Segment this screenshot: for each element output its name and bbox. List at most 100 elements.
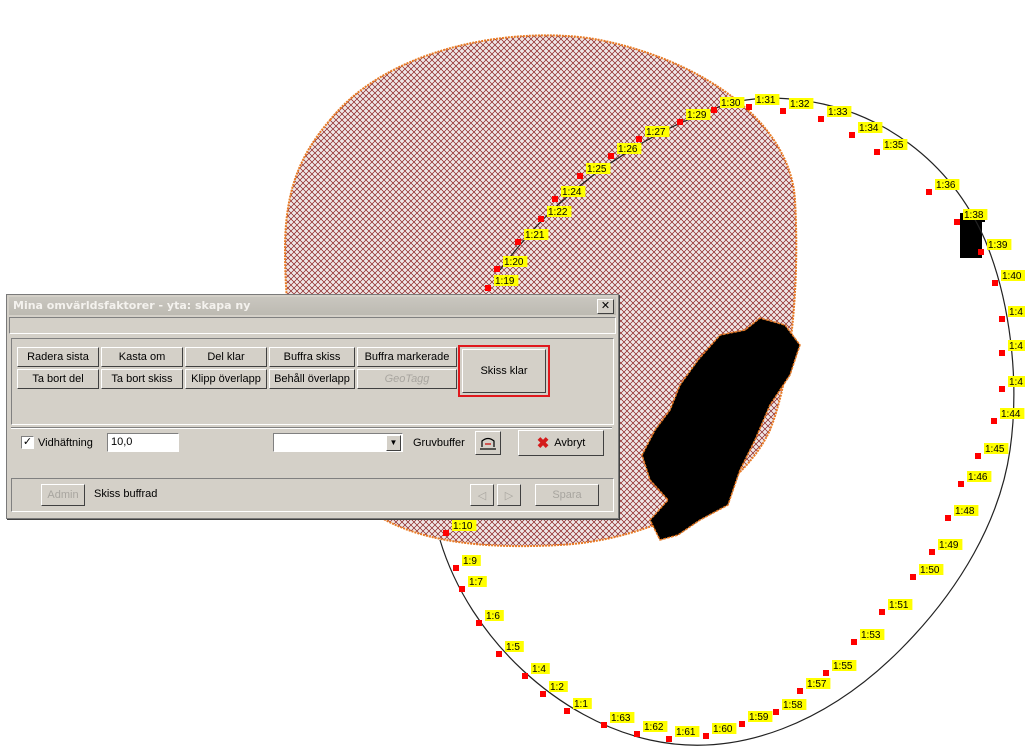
point-label: 1:2 — [550, 682, 564, 693]
point-label: 1:4 — [1009, 377, 1023, 388]
route-point — [459, 586, 465, 592]
point-label: 1:20 — [504, 257, 524, 268]
point-label: 1:55 — [833, 661, 853, 672]
point-label: 1:21 — [525, 230, 545, 241]
point-label: 1:4 — [1009, 307, 1023, 318]
route-point — [636, 136, 642, 142]
route-point — [797, 688, 803, 694]
point-label: 1:40 — [1002, 271, 1022, 282]
close-button[interactable]: ✕ — [597, 299, 614, 314]
point-label: 1:29 — [687, 110, 707, 121]
point-label: 1:36 — [936, 180, 956, 191]
route-point — [746, 104, 752, 110]
snap-tolerance-input[interactable]: 10,0 — [107, 433, 179, 452]
route-point — [522, 673, 528, 679]
point-label: 1:7 — [469, 577, 483, 588]
dialog-title: Mina omvärldsfaktorer - yta: skapa ny — [13, 299, 251, 312]
point-label: 1:39 — [988, 240, 1008, 251]
chevron-down-icon[interactable]: ▼ — [386, 435, 401, 451]
save-button[interactable]: Spara — [535, 484, 599, 506]
route-point — [818, 116, 824, 122]
route-point — [666, 736, 672, 742]
buffer-selected-button[interactable]: Buffra markerade — [357, 347, 457, 367]
snap-label: Vidhäftning — [38, 437, 93, 449]
point-label: 1:63 — [611, 713, 631, 724]
remove-part-button[interactable]: Ta bort del — [17, 369, 99, 389]
point-label: 1:26 — [618, 144, 638, 155]
previous-arrow-icon[interactable]: ◁ — [470, 484, 494, 506]
reverse-button[interactable]: Kasta om — [101, 347, 183, 367]
route-point — [515, 239, 521, 245]
point-label: 1:5 — [506, 642, 520, 653]
point-label: 1:45 — [985, 444, 1005, 455]
point-label: 1:19 — [495, 276, 515, 287]
part-done-button[interactable]: Del klar — [185, 347, 267, 367]
keep-overlap-button[interactable]: Behåll överlapp — [269, 369, 355, 389]
delete-last-button[interactable]: Radera sista — [17, 347, 99, 367]
point-label: 1:32 — [790, 99, 810, 110]
route-point — [780, 108, 786, 114]
route-point — [978, 249, 984, 255]
remove-sketch-button[interactable]: Ta bort skiss — [101, 369, 183, 389]
route-point — [910, 574, 916, 580]
route-point — [540, 691, 546, 697]
route-point — [494, 266, 500, 272]
point-label: 1:61 — [676, 727, 696, 738]
point-label: 1:9 — [463, 556, 477, 567]
route-point — [496, 651, 502, 657]
point-label: 1:24 — [562, 187, 582, 198]
route-point — [851, 639, 857, 645]
cancel-button[interactable]: ✖ Avbryt — [518, 430, 604, 456]
route-point — [929, 549, 935, 555]
cancel-label: Avbryt — [554, 437, 586, 449]
buffer-dropdown[interactable]: ▼ — [273, 433, 403, 452]
point-label: 1:34 — [859, 123, 879, 134]
route-point — [739, 721, 745, 727]
route-point — [677, 119, 683, 125]
route-point — [443, 530, 449, 536]
route-point — [992, 280, 998, 286]
route-point — [552, 196, 558, 202]
point-label: 1:25 — [587, 164, 607, 175]
route-point — [926, 189, 932, 195]
route-point — [703, 733, 709, 739]
point-label: 1:44 — [1001, 409, 1021, 420]
point-label: 1:60 — [713, 724, 733, 735]
route-point — [991, 418, 997, 424]
snap-checkbox[interactable]: ✓ — [21, 436, 34, 449]
cancel-x-icon: ✖ — [536, 435, 550, 452]
point-label: 1:4 — [1009, 341, 1023, 352]
point-label: 1:31 — [756, 95, 776, 106]
route-point — [879, 609, 885, 615]
route-point — [874, 149, 880, 155]
point-label: 1:4 — [532, 664, 546, 675]
dialog-subbar — [9, 317, 616, 334]
route-point — [601, 722, 607, 728]
point-label: 1:53 — [861, 630, 881, 641]
point-label: 1:49 — [939, 540, 959, 551]
point-label: 1:57 — [807, 679, 827, 690]
mine-buffer-button[interactable] — [475, 431, 501, 455]
buffer-sketch-button[interactable]: Buffra skiss — [269, 347, 355, 367]
route-point — [999, 350, 1005, 356]
route-point — [634, 731, 640, 737]
route-point — [999, 386, 1005, 392]
point-label: 1:27 — [646, 127, 666, 138]
point-label: 1:1 — [574, 699, 588, 710]
sketch-dialog: Mina omvärldsfaktorer - yta: skapa ny ✕ … — [6, 294, 619, 519]
route-point — [975, 453, 981, 459]
status-message: Skiss buffrad — [94, 488, 158, 500]
geotag-button[interactable]: GeoTagg — [357, 369, 457, 389]
clip-overlap-button[interactable]: Klipp överlapp — [185, 369, 267, 389]
point-label: 1:51 — [889, 600, 909, 611]
route-point — [999, 316, 1005, 322]
highlight-box — [458, 345, 550, 397]
point-label: 1:58 — [783, 700, 803, 711]
next-arrow-icon[interactable]: ▷ — [497, 484, 521, 506]
point-label: 1:59 — [749, 712, 769, 723]
point-label: 1:6 — [486, 611, 500, 622]
admin-button[interactable]: Admin — [41, 484, 85, 506]
route-point — [608, 153, 614, 159]
route-point — [945, 515, 951, 521]
route-point — [564, 708, 570, 714]
